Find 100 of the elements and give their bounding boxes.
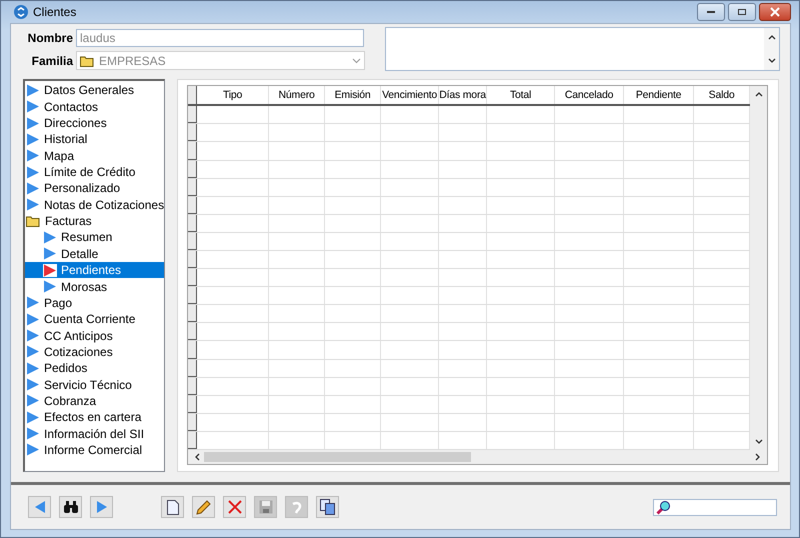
triangle-icon (26, 149, 40, 162)
tree-item[interactable]: Morosas (25, 278, 164, 295)
toolbar-button[interactable] (59, 496, 82, 518)
row-header[interactable] (188, 178, 198, 196)
column-header[interactable]: Vencimiento (381, 86, 440, 104)
maximize-button[interactable] (728, 3, 756, 22)
triangle-icon (43, 280, 57, 294)
column-header[interactable]: Tipo (197, 86, 270, 104)
app-logo-icon (14, 5, 28, 20)
copy-icon (320, 499, 335, 515)
row-header[interactable] (188, 142, 198, 160)
row-header[interactable] (188, 432, 198, 449)
tree-item[interactable]: Historial (25, 131, 164, 148)
triangle-icon (26, 182, 40, 195)
right-arrow-icon (94, 500, 108, 514)
row-header[interactable] (188, 232, 198, 250)
row-header[interactable] (188, 160, 198, 178)
triangle-icon (43, 264, 57, 277)
name-label: Nombre (26, 30, 73, 45)
tree-item[interactable]: Pendientes (25, 262, 164, 278)
tree-item[interactable]: CC Anticipos (25, 327, 164, 344)
scroll-up-icon[interactable] (768, 34, 776, 40)
triangle-icon (26, 427, 40, 440)
column-header[interactable]: Cancelado (555, 86, 624, 104)
close-button[interactable] (759, 3, 791, 22)
tree-item[interactable]: Información del SII (25, 425, 164, 442)
column-header[interactable]: Días mora (439, 86, 488, 104)
folder-icon (80, 54, 95, 67)
tree-item[interactable]: Cotizaciones (25, 344, 164, 360)
tree-item[interactable]: Mapa (25, 148, 164, 164)
row-header[interactable] (188, 214, 198, 232)
tree-item[interactable]: Pago (25, 294, 164, 312)
name-field[interactable]: laudus (76, 28, 364, 47)
triangle-icon (26, 198, 40, 212)
scroll-left-icon[interactable] (194, 453, 200, 461)
row-header[interactable] (188, 378, 198, 395)
tree-item[interactable]: Datos Generales (25, 82, 164, 99)
tree-item[interactable]: Cuenta Corriente (25, 311, 164, 328)
column-header[interactable]: Pendiente (624, 86, 694, 104)
tree-item[interactable]: Efectos en cartera (25, 409, 164, 426)
triangle-icon (26, 296, 40, 310)
horizontal-scrollbar[interactable] (187, 450, 768, 465)
triangle-icon (26, 394, 40, 408)
scrollbar-thumb[interactable] (204, 452, 472, 462)
tree-item[interactable]: Límite de Crédito (25, 164, 164, 180)
search-icon (656, 500, 671, 514)
triangle-icon (43, 230, 57, 244)
family-label: Familia (30, 54, 73, 68)
document-icon (166, 500, 178, 514)
scroll-right-icon[interactable] (755, 453, 762, 461)
tree-item[interactable]: Direcciones (25, 114, 164, 132)
tree-item[interactable]: Informe Comercial (25, 442, 164, 458)
maximize-icon (737, 8, 747, 16)
tree-item[interactable]: Facturas (25, 212, 164, 230)
tree-item[interactable]: Pedidos (25, 360, 164, 376)
vertical-scrollbar[interactable] (750, 86, 768, 450)
triangle-icon (26, 166, 40, 179)
triangle-icon (26, 312, 40, 326)
pencil-icon (196, 500, 211, 514)
scroll-down-icon[interactable] (754, 439, 763, 445)
row-header[interactable] (188, 414, 198, 431)
row-header[interactable] (188, 305, 198, 322)
toolbar-button[interactable] (316, 496, 339, 518)
tree-item[interactable]: Notas de Cotizaciones (25, 196, 164, 213)
row-header[interactable] (188, 323, 198, 340)
close-icon (769, 7, 781, 18)
notes-field[interactable] (385, 27, 780, 72)
minimize-button[interactable] (697, 3, 725, 22)
column-header[interactable]: Total (487, 86, 556, 104)
row-header[interactable] (188, 106, 198, 124)
tree-item[interactable]: Detalle (25, 246, 164, 262)
row-header[interactable] (188, 196, 198, 214)
triangle-icon (43, 247, 57, 260)
chevron-down-icon (352, 58, 361, 64)
triangle-icon (26, 329, 40, 342)
triangle-icon (26, 100, 40, 114)
triangle-icon (26, 443, 40, 456)
row-header[interactable] (188, 341, 198, 359)
column-header[interactable]: Emisión (325, 86, 382, 104)
tree-item[interactable]: Contactos (25, 98, 164, 115)
triangle-icon (26, 132, 40, 146)
scroll-up-icon[interactable] (754, 91, 763, 98)
tree-item[interactable]: Cobranza (25, 392, 164, 410)
row-header[interactable] (188, 250, 198, 268)
row-header[interactable] (188, 124, 198, 142)
scroll-down-icon[interactable] (768, 58, 776, 64)
column-header[interactable]: Número (269, 86, 326, 104)
row-header[interactable] (188, 360, 198, 377)
row-header[interactable] (188, 269, 198, 286)
row-header[interactable] (188, 287, 198, 304)
triangle-icon (26, 84, 40, 97)
toolbar-button[interactable] (161, 496, 184, 518)
close-icon (228, 500, 242, 514)
tree-item[interactable]: Personalizado (25, 180, 164, 197)
row-header[interactable] (188, 396, 198, 413)
tree-item[interactable]: Servicio Técnico (25, 376, 164, 393)
tree-item[interactable]: Resumen (25, 229, 164, 246)
search-field[interactable] (653, 498, 777, 516)
triangle-icon (26, 345, 40, 358)
triangle-icon (26, 410, 40, 424)
